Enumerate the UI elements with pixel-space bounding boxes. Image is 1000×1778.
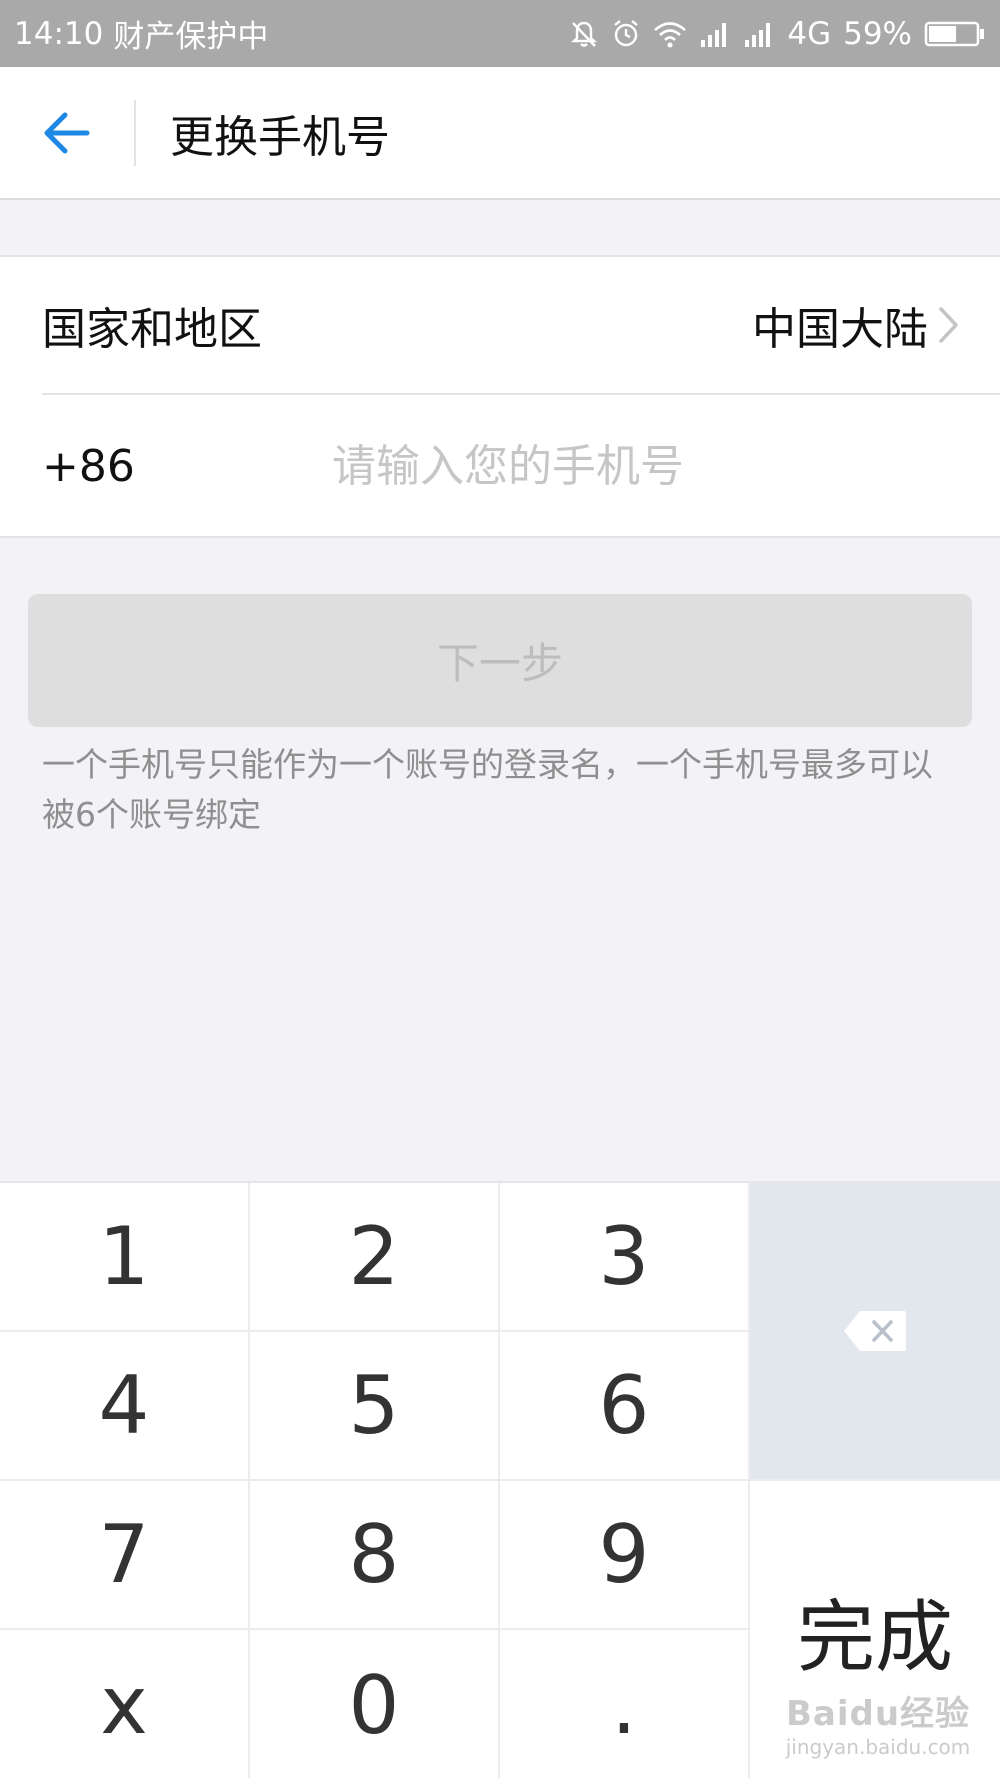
nav-bar: 更换手机号 [0, 67, 1000, 200]
region-value-wrap: 中国大陆 [752, 293, 960, 357]
back-arrow-icon [44, 112, 90, 153]
key-0[interactable]: 0 [250, 1630, 500, 1778]
page-title: 更换手机号 [170, 111, 390, 163]
chevron-right-icon [939, 307, 958, 343]
alarm-icon [614, 19, 639, 46]
status-bar: 14:10 财产保护中 4G 59% [0, 0, 1000, 67]
status-time: 14:10 [14, 15, 104, 52]
back-button[interactable] [0, 66, 134, 199]
app-screen: 14:10 财产保护中 4G 59% 更换手机号 国家和地区 中国大陆 +86 … [0, 0, 1000, 1778]
key-5[interactable]: 5 [250, 1332, 500, 1481]
region-selector[interactable]: 国家和地区 中国大陆 [0, 257, 1000, 393]
phone-form: 国家和地区 中国大陆 +86 [0, 255, 1000, 538]
watermark-brand: Baidu经验 [785, 1693, 971, 1734]
key-3[interactable]: 3 [500, 1183, 750, 1332]
key-4[interactable]: 4 [0, 1332, 250, 1481]
key-8[interactable]: 8 [250, 1481, 500, 1630]
network-type: 4G [787, 15, 832, 52]
next-step-button[interactable]: 下一步 [28, 594, 972, 727]
mute-bell-icon [571, 21, 598, 47]
region-value: 中国大陆 [752, 304, 928, 355]
status-right: 4G 59% [569, 16, 986, 52]
status-label: 财产保护中 [113, 19, 269, 55]
battery-icon [924, 21, 984, 46]
key-7[interactable]: 7 [0, 1481, 250, 1630]
battery-percent: 59% [843, 15, 912, 52]
key-dot[interactable]: . [500, 1630, 750, 1778]
key-6[interactable]: 6 [500, 1332, 750, 1481]
phone-input[interactable] [332, 395, 1000, 538]
hint-text: 一个手机号只能作为一个账号的登录名，一个手机号最多可以被6个账号绑定 [42, 745, 933, 834]
watermark-url: jingyan.baidu.com [785, 1734, 971, 1759]
delete-key[interactable] [750, 1183, 1000, 1481]
status-left: 14:10 财产保护中 [14, 11, 268, 56]
key-9[interactable]: 9 [500, 1481, 750, 1630]
watermark: Baidu经验 jingyan.baidu.com [768, 1682, 988, 1762]
country-code: +86 [42, 441, 135, 492]
region-label: 国家和地区 [42, 304, 262, 355]
signal-icon [745, 22, 771, 47]
signal-icon [701, 22, 727, 47]
wifi-icon [654, 21, 687, 47]
key-1[interactable]: 1 [0, 1183, 250, 1332]
backspace-icon [844, 1311, 906, 1351]
key-x[interactable]: x [0, 1630, 250, 1778]
key-2[interactable]: 2 [250, 1183, 500, 1332]
phone-row: +86 [0, 395, 1000, 538]
